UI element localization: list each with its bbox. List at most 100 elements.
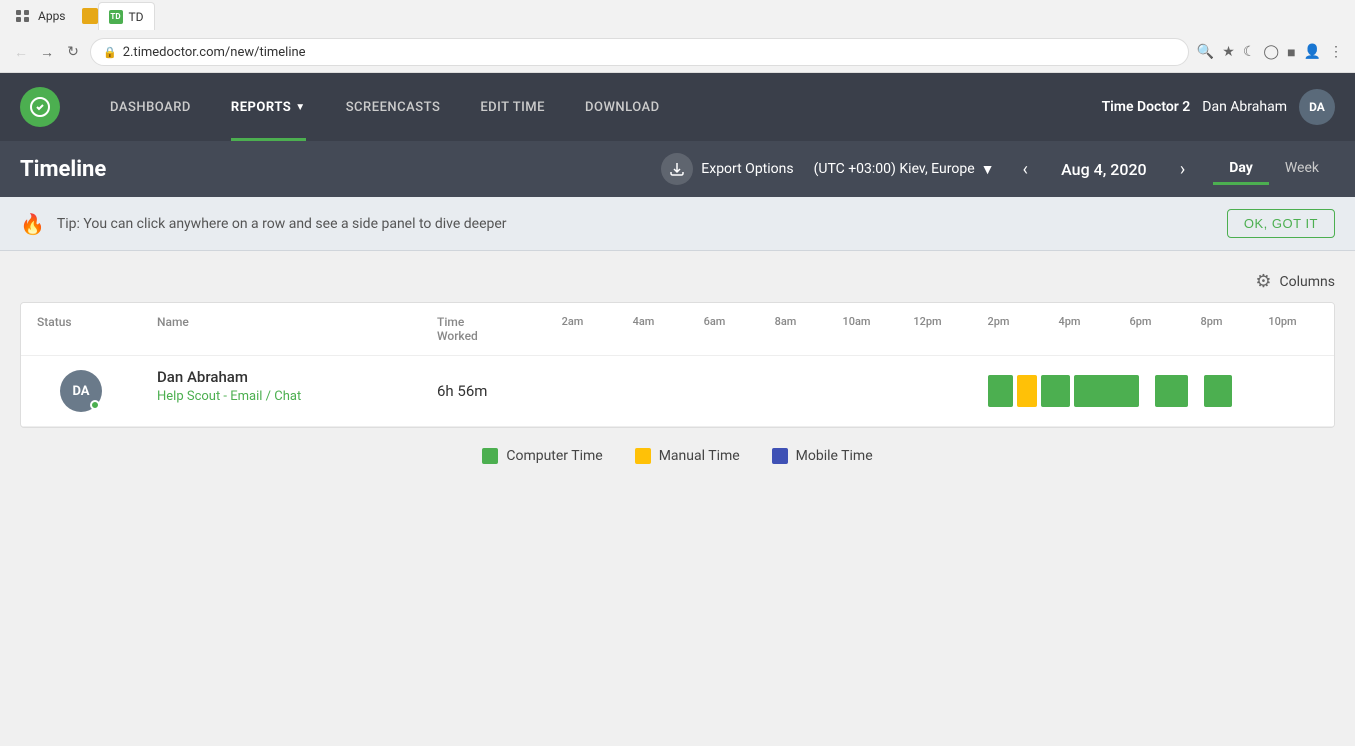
time-2pm: 2pm (963, 315, 1034, 328)
computer-time-bar-1 (988, 375, 1012, 407)
browser-tab[interactable]: TD TD (98, 2, 155, 30)
apps-label[interactable]: Apps (38, 9, 66, 23)
timezone-dropdown-icon: ▼ (981, 161, 995, 178)
url-text: 2.timedoctor.com/new/timeline (123, 45, 306, 60)
menu-icon[interactable]: ⋮ (1329, 44, 1343, 60)
current-date: Aug 4, 2020 (1044, 160, 1164, 179)
header-right: Time Doctor 2 Dan Abraham DA (1102, 89, 1335, 125)
time-axis: 2am 4am 6am 8am 10am 12pm 2pm 4pm 6pm 8p… (537, 315, 1318, 328)
computer-time-bar-4 (1155, 375, 1188, 407)
time-2am: 2am (537, 315, 608, 328)
tab-label: TD (129, 10, 144, 24)
fire-icon: 🔥 (20, 212, 45, 236)
app-logo (20, 87, 60, 127)
clock-icon[interactable]: ◯ (1263, 44, 1279, 60)
day-view-button[interactable]: Day (1213, 154, 1269, 185)
user-profile-icon[interactable]: 👤 (1304, 44, 1321, 60)
columns-label: Columns (1280, 274, 1335, 290)
prev-date-button[interactable]: ‹ (1014, 155, 1035, 184)
time-8pm: 8pm (1176, 315, 1247, 328)
browser-tabs: Apps TD TD (0, 0, 1355, 32)
mobile-time-label: Mobile Time (796, 448, 873, 464)
export-options-button[interactable]: Export Options (661, 153, 793, 185)
next-date-button[interactable]: › (1172, 155, 1193, 184)
time-worked-value: 6h 56m (437, 382, 487, 400)
avatar-initials: DA (72, 384, 89, 399)
user-name: Dan Abraham (157, 368, 248, 386)
back-button[interactable]: ← (12, 43, 30, 61)
tab-favicon: TD (109, 10, 123, 24)
date-navigation: ‹ Aug 4, 2020 › (1014, 155, 1193, 184)
ok-got-it-button[interactable]: OK, GOT IT (1227, 209, 1335, 238)
timeline-cell[interactable] (521, 356, 1334, 426)
user-task: Help Scout - Email / Chat (157, 389, 301, 404)
columns-button[interactable]: ⚙ Columns (1255, 271, 1335, 292)
subtitle-bar: Timeline Export Options (UTC +03:00) Kie… (0, 141, 1355, 197)
time-6am: 6am (679, 315, 750, 328)
time-bars (521, 375, 1334, 407)
tip-text: Tip: You can click anywhere on a row and… (57, 216, 1215, 232)
time-4am: 4am (608, 315, 679, 328)
browser-chrome: Apps TD TD ← → ↻ 🔒 2.timedoctor.com/new/… (0, 0, 1355, 73)
legend-computer-time: Computer Time (482, 448, 602, 464)
apps-area: Apps (8, 9, 74, 23)
tip-bar: 🔥 Tip: You can click anywhere on a row a… (0, 197, 1355, 251)
table-header: Status Name Time Worked 2am 4am 6am 8am … (21, 303, 1334, 356)
puzzle-icon[interactable]: ■ (1287, 44, 1295, 61)
time-worked-cell: 6h 56m (421, 356, 521, 426)
header-app-name: Time Doctor 2 (1102, 99, 1191, 115)
nav-edit-time[interactable]: EDIT TIME (460, 73, 565, 141)
moon-icon[interactable]: ☾ (1243, 44, 1256, 60)
timezone-selector[interactable]: (UTC +03:00) Kiev, Europe ▼ (814, 161, 995, 178)
reports-dropdown-arrow: ▼ (295, 102, 305, 113)
bookmark-favicon (82, 8, 98, 24)
apps-grid-icon (16, 10, 30, 22)
name-cell: Dan Abraham Help Scout - Email / Chat (141, 356, 421, 426)
gear-icon: ⚙ (1255, 271, 1271, 292)
header-username: Dan Abraham (1202, 99, 1287, 115)
computer-time-bar-5 (1204, 375, 1232, 407)
manual-time-label: Manual Time (659, 448, 740, 464)
time-10am: 10am (821, 315, 892, 328)
mobile-time-legend-box (772, 448, 788, 464)
app-header: DASHBOARD REPORTS ▼ SCREENCASTS EDIT TIM… (0, 73, 1355, 141)
time-12pm: 12pm (892, 315, 963, 328)
export-label: Export Options (701, 161, 793, 177)
avatar: DA (60, 370, 102, 412)
export-cloud-icon (661, 153, 693, 185)
address-bar[interactable]: 🔒 2.timedoctor.com/new/timeline (90, 38, 1189, 66)
time-8am: 8am (750, 315, 821, 328)
timeline-track (521, 356, 1334, 426)
nav-reports[interactable]: REPORTS ▼ (211, 73, 326, 141)
search-icon[interactable]: 🔍 (1197, 44, 1214, 60)
nav-screencasts[interactable]: SCREENCASTS (326, 73, 461, 141)
manual-time-bar (1017, 375, 1037, 407)
status-cell: DA (21, 356, 141, 426)
computer-time-label: Computer Time (506, 448, 602, 464)
time-6pm: 6pm (1105, 315, 1176, 328)
legend-manual-time: Manual Time (635, 448, 740, 464)
main-nav: DASHBOARD REPORTS ▼ SCREENCASTS EDIT TIM… (90, 73, 1102, 141)
computer-time-bar-2 (1041, 375, 1069, 407)
timezone-text: (UTC +03:00) Kiev, Europe (814, 161, 975, 177)
browser-actions: 🔍 ★ ☾ ◯ ■ 👤 ⋮ (1197, 44, 1343, 61)
refresh-button[interactable]: ↻ (64, 43, 82, 61)
computer-time-legend-box (482, 448, 498, 464)
nav-download[interactable]: DOWNLOAD (565, 73, 680, 141)
online-status-dot (90, 400, 100, 410)
computer-time-bar-3 (1074, 375, 1139, 407)
forward-button[interactable]: → (38, 43, 56, 61)
week-view-button[interactable]: Week (1269, 154, 1335, 185)
time-axis-header: 2am 4am 6am 8am 10am 12pm 2pm 4pm 6pm 8p… (521, 303, 1334, 355)
page-title: Timeline (20, 157, 641, 182)
user-avatar[interactable]: DA (1299, 89, 1335, 125)
nav-dashboard[interactable]: DASHBOARD (90, 73, 211, 141)
table-row[interactable]: DA Dan Abraham Help Scout - Email / Chat… (21, 356, 1334, 427)
time-worked-column-header: Time Worked (421, 303, 521, 355)
view-toggle: Day Week (1213, 154, 1335, 185)
browser-toolbar: ← → ↻ 🔒 2.timedoctor.com/new/timeline 🔍 … (0, 32, 1355, 72)
legend: Computer Time Manual Time Mobile Time (20, 428, 1335, 484)
manual-time-legend-box (635, 448, 651, 464)
star-icon[interactable]: ★ (1222, 44, 1235, 60)
name-column-header: Name (141, 303, 421, 355)
